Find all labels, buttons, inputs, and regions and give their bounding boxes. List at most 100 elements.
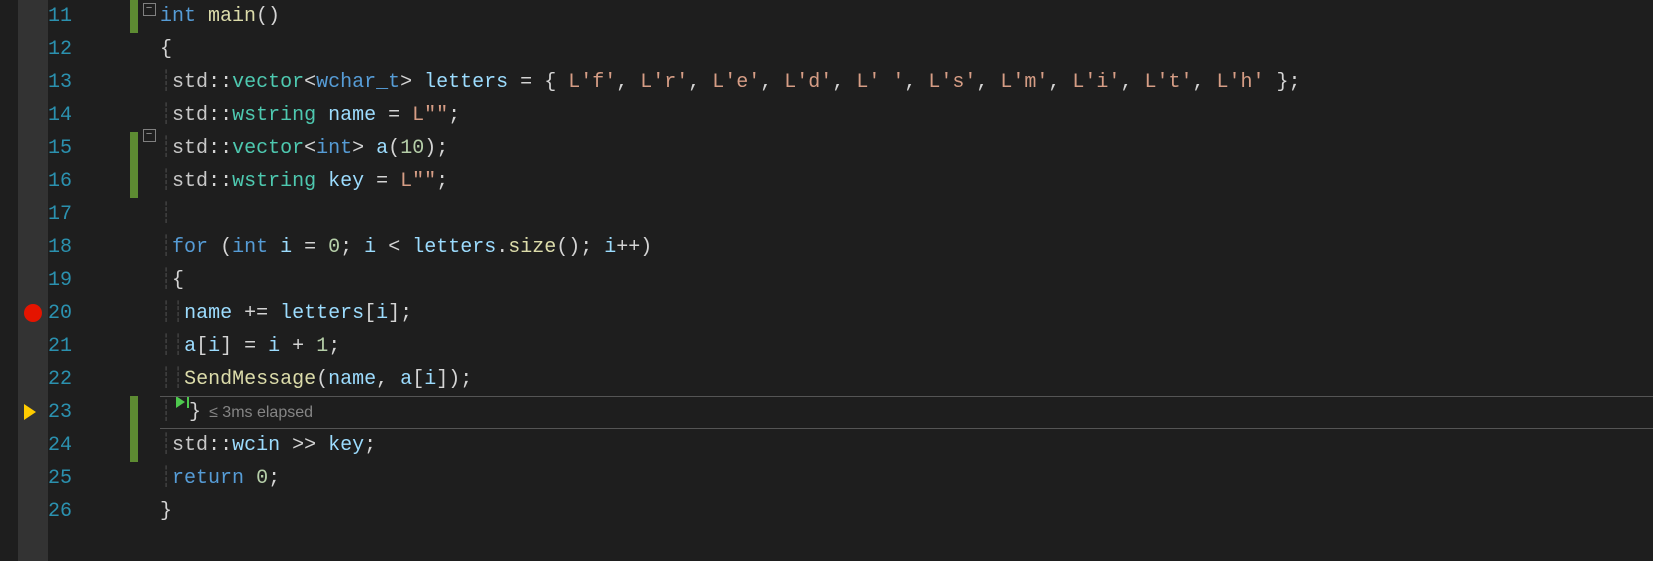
code-line[interactable]: ┊ ┊ name += letters[i]; [160, 297, 1653, 330]
punct: }; [1265, 66, 1301, 99]
identifier: i [424, 363, 436, 396]
punct: [ [196, 330, 208, 363]
char-literal: L'm' [1000, 66, 1048, 99]
line-number[interactable]: 13 [48, 66, 116, 99]
line-number[interactable]: 12 [48, 33, 116, 66]
line-number[interactable]: 18 [48, 231, 116, 264]
line-number[interactable]: 21 [48, 330, 116, 363]
operator: >> [280, 429, 328, 462]
operator: = [508, 66, 544, 99]
namespace: std [172, 99, 208, 132]
brace: } [160, 495, 172, 528]
code-line[interactable]: } [160, 495, 1653, 528]
punct: ]); [436, 363, 472, 396]
change-marker-gutter [130, 0, 140, 561]
code-line-current[interactable]: ┊ }≤ 3ms elapsed [160, 396, 1653, 429]
type: vector [232, 66, 304, 99]
code-line[interactable]: int main() [160, 0, 1653, 33]
fold-collapse-icon[interactable] [143, 129, 156, 142]
line-number[interactable]: 16 [48, 165, 116, 198]
line-number[interactable]: 25 [48, 462, 116, 495]
identifier: key [328, 429, 364, 462]
change-marker-icon [130, 0, 138, 33]
code-line[interactable]: ┊ std::wstring key = L""; [160, 165, 1653, 198]
fold-collapse-icon[interactable] [143, 3, 156, 16]
code-line[interactable]: ┊ ┊ a[i] = i + 1; [160, 330, 1653, 363]
line-number[interactable]: 11 [48, 0, 116, 33]
keyword: for [172, 231, 208, 264]
punct: > [352, 132, 364, 165]
identifier: name [184, 297, 232, 330]
number: 10 [400, 132, 424, 165]
perf-tip[interactable]: ≤ 3ms elapsed [201, 396, 313, 429]
change-marker-icon [130, 165, 138, 198]
punct: :: [208, 165, 232, 198]
identifier: i [208, 330, 220, 363]
code-line[interactable]: ┊ std::wcin >> key; [160, 429, 1653, 462]
line-number[interactable]: 23 [48, 396, 116, 429]
identifier: i [604, 231, 616, 264]
line-number[interactable]: 24 [48, 429, 116, 462]
operator: += [232, 297, 280, 330]
namespace: std [172, 165, 208, 198]
operator: = [376, 99, 412, 132]
punct: ; [328, 330, 340, 363]
punct: () [256, 0, 280, 33]
operator: < [376, 231, 412, 264]
breakpoint-dot-icon[interactable] [24, 304, 42, 322]
char-literal: L'd' [784, 66, 832, 99]
brace: { [160, 33, 172, 66]
code-line[interactable]: ┊ ┊ SendMessage(name, a[i]); [160, 363, 1653, 396]
punct: ( [316, 363, 328, 396]
line-number[interactable]: 20 [48, 297, 116, 330]
operator: ++ [616, 231, 640, 264]
identifier: letters [424, 66, 508, 99]
punct: [ [364, 297, 376, 330]
line-number[interactable]: 17 [48, 198, 116, 231]
line-number[interactable]: 15 [48, 132, 116, 165]
line-number[interactable]: 19 [48, 264, 116, 297]
number: 0 [328, 231, 340, 264]
code-line[interactable]: ┊ return 0; [160, 462, 1653, 495]
execution-arrow-icon [24, 404, 36, 420]
code-line[interactable]: { [160, 33, 1653, 66]
operator: = [364, 165, 400, 198]
code-editor[interactable]: 11 12 13 14 15 16 17 18 19 20 21 22 23 2… [0, 0, 1653, 561]
line-number-gutter[interactable]: 11 12 13 14 15 16 17 18 19 20 21 22 23 2… [48, 0, 130, 561]
space [412, 66, 424, 99]
punct: ; [268, 462, 280, 495]
code-line[interactable]: ┊ std::vector<int> a(10); [160, 132, 1653, 165]
space [268, 231, 280, 264]
identifier: a [184, 330, 196, 363]
char-literal: L'i' [1072, 66, 1120, 99]
punct: ( [388, 132, 400, 165]
space [364, 132, 376, 165]
run-to-click-icon[interactable] [176, 396, 185, 408]
code-line[interactable]: ┊ [160, 198, 1653, 231]
code-line[interactable]: ┊ { [160, 264, 1653, 297]
punct: :: [208, 132, 232, 165]
code-line[interactable]: ┊ std::vector<wchar_t> letters = { L'f',… [160, 66, 1653, 99]
line-number[interactable]: 14 [48, 99, 116, 132]
code-area[interactable]: int main() { ┊ std::vector<wchar_t> lett… [160, 0, 1653, 561]
identifier: i [268, 330, 280, 363]
identifier: letters [412, 231, 496, 264]
operator: + [280, 330, 316, 363]
identifier: i [364, 231, 376, 264]
line-number[interactable]: 26 [48, 495, 116, 528]
code-line[interactable]: ┊ std::wstring name = L""; [160, 99, 1653, 132]
char-literal: L'e' [712, 66, 760, 99]
number: 0 [256, 462, 268, 495]
breakpoint-gutter[interactable] [18, 0, 48, 561]
space [316, 99, 328, 132]
keyword: return [172, 462, 244, 495]
char-literal: L'r' [640, 66, 688, 99]
identifier: i [280, 231, 292, 264]
line-number[interactable]: 22 [48, 363, 116, 396]
punct: :: [208, 66, 232, 99]
identifier: key [328, 165, 364, 198]
code-line[interactable]: ┊ for (int i = 0; i < letters.size(); i+… [160, 231, 1653, 264]
current-line-highlight [160, 396, 1653, 429]
fold-gutter[interactable] [140, 0, 160, 561]
change-marker-icon [130, 429, 138, 462]
